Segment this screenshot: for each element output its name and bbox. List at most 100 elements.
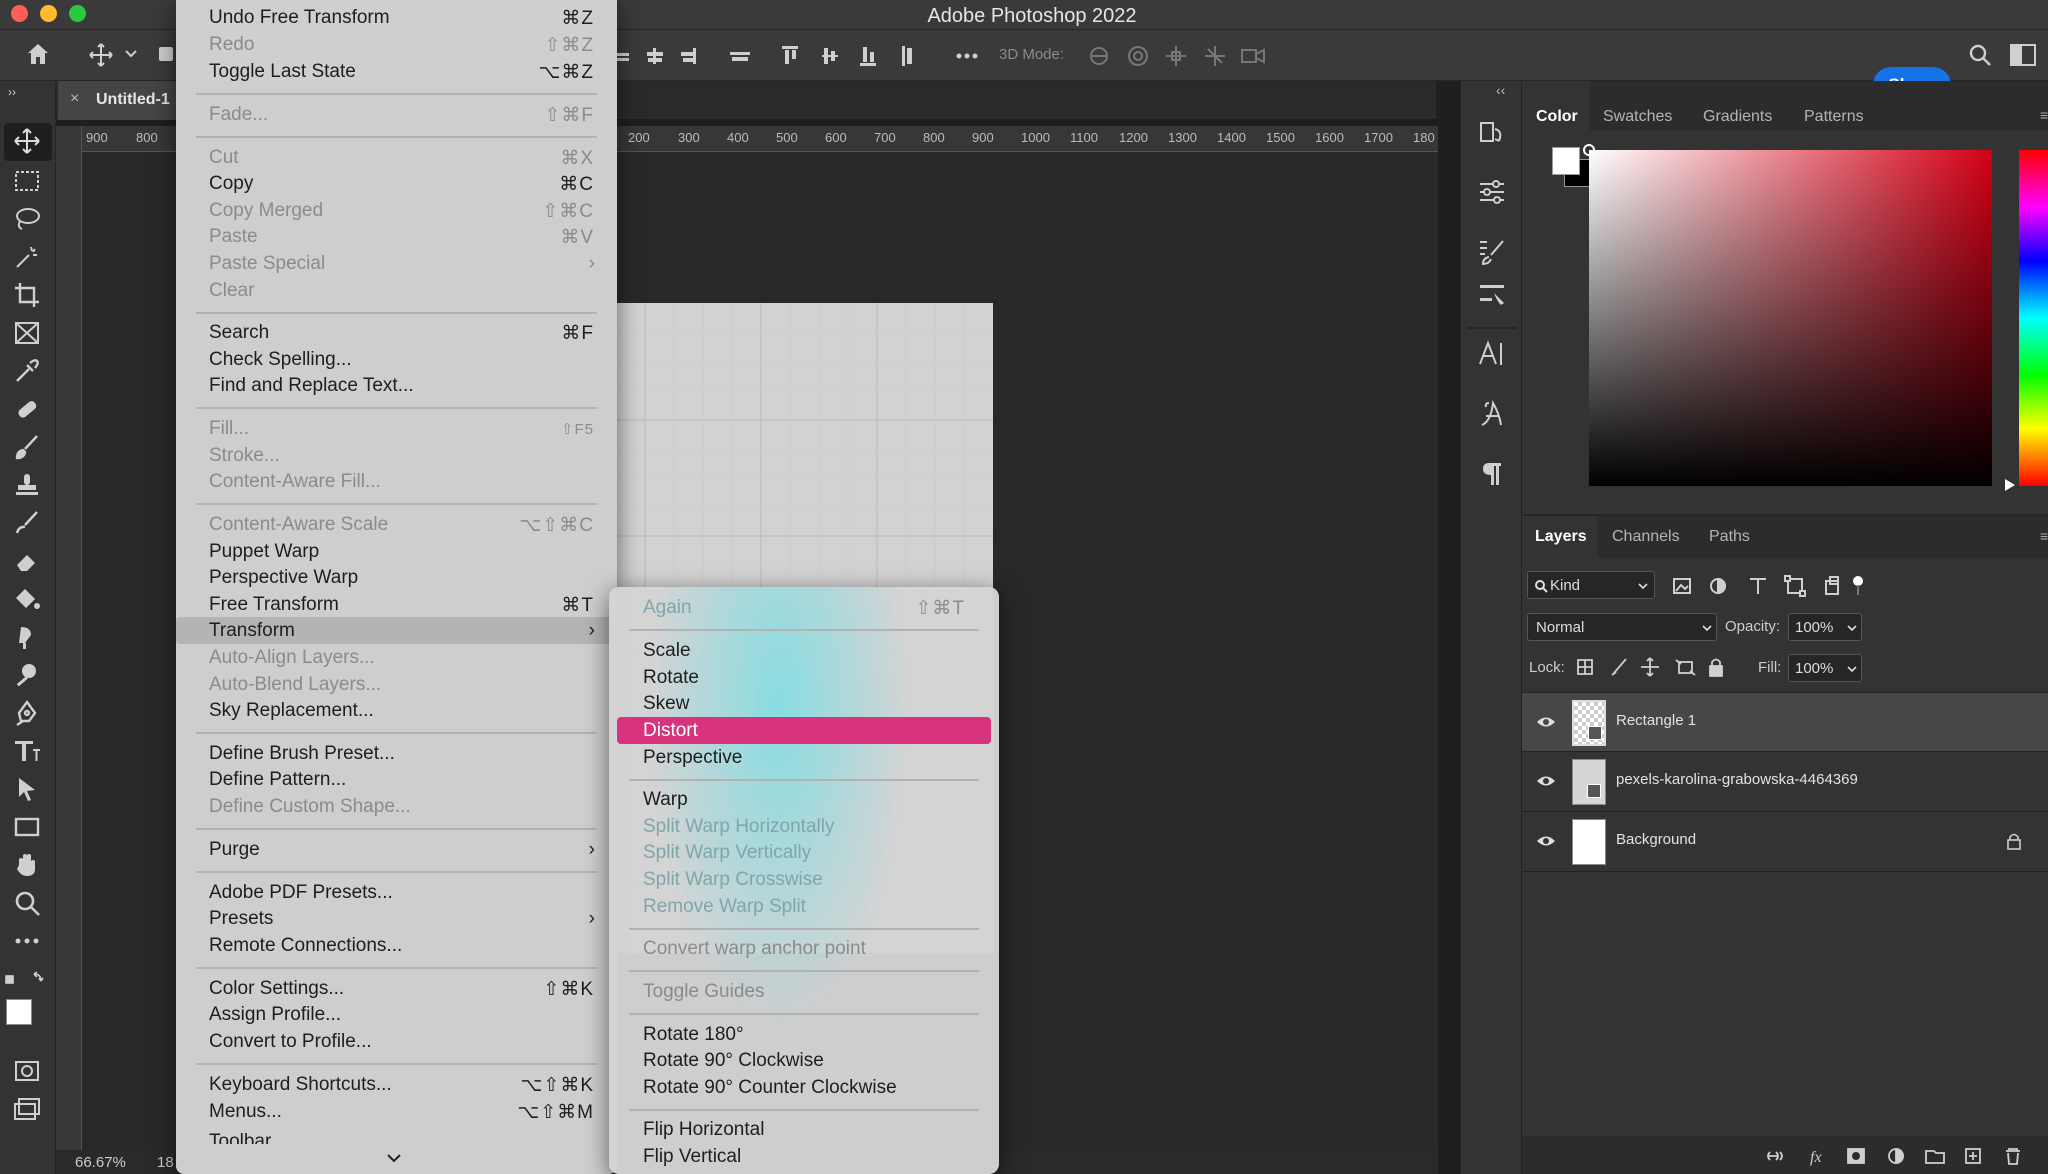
path-selection-tool-icon[interactable]: [13, 775, 41, 803]
glyphs-panel-icon[interactable]: [1477, 399, 1507, 429]
lasso-tool-icon[interactable]: [13, 205, 41, 233]
submenu-item-rotate-90-cw[interactable]: Rotate 90° Clockwise: [609, 1047, 999, 1074]
zoom-level[interactable]: 66.67%: [75, 1154, 126, 1171]
submenu-item-flip-horizontal[interactable]: Flip Horizontal: [609, 1116, 999, 1143]
edit-toolbar-icon[interactable]: [13, 927, 41, 955]
tab-channels[interactable]: Channels: [1612, 528, 1680, 546]
submenu-item-flip-vertical[interactable]: Flip Vertical: [609, 1143, 999, 1170]
menu-item-keyboard-shortcuts[interactable]: Keyboard Shortcuts... ⌥⇧⌘K: [176, 1071, 617, 1098]
object-selection-tool-icon[interactable]: [13, 243, 41, 271]
history-brush-tool-icon[interactable]: [13, 509, 41, 537]
layer-filter-kind[interactable]: Kind: [1527, 571, 1655, 599]
submenu-item-rotate[interactable]: Rotate: [609, 664, 999, 691]
layers-panel-menu-icon[interactable]: ≡: [2040, 528, 2048, 544]
tab-paths[interactable]: Paths: [1709, 528, 1750, 546]
menu-item-convert-to-profile[interactable]: Convert to Profile...: [176, 1028, 617, 1055]
quick-mask-icon[interactable]: [13, 1057, 41, 1085]
layer-name[interactable]: Background: [1616, 831, 1696, 848]
menu-item-assign-profile[interactable]: Assign Profile...: [176, 1001, 617, 1028]
menu-item-find-and-replace-text[interactable]: Find and Replace Text...: [176, 372, 617, 399]
brushes-panel-icon[interactable]: [1477, 237, 1507, 267]
expand-panel-icon[interactable]: ››: [8, 85, 16, 99]
menu-item-search[interactable]: Search ⌘F: [176, 319, 617, 346]
rectangular-marquee-tool-icon[interactable]: [13, 167, 41, 195]
document-tab[interactable]: × Untitled-1: [58, 81, 188, 120]
brush-settings-panel-icon[interactable]: [1477, 279, 1507, 309]
home-icon[interactable]: [25, 42, 51, 66]
menu-item-perspective-warp[interactable]: Perspective Warp: [176, 564, 617, 591]
submenu-item-rotate-90-ccw[interactable]: Rotate 90° Counter Clockwise: [609, 1074, 999, 1101]
menu-item-toggle-last-state[interactable]: Toggle Last State ⌥⌘Z: [176, 58, 617, 85]
submenu-item-rotate-180[interactable]: Rotate 180°: [609, 1021, 999, 1048]
eye-icon[interactable]: [1536, 774, 1556, 788]
menu-item-remote-connections[interactable]: Remote Connections...: [176, 932, 617, 959]
menu-item-undo-free-transform[interactable]: Undo Free Transform ⌘Z: [176, 4, 617, 31]
tab-swatches[interactable]: Swatches: [1603, 108, 1672, 126]
paragraph-panel-icon[interactable]: [1477, 459, 1507, 489]
menu-item-copy[interactable]: Copy ⌘C: [176, 170, 617, 197]
submenu-item-skew[interactable]: Skew: [609, 690, 999, 717]
eye-icon[interactable]: [1536, 834, 1556, 848]
menu-item-define-pattern[interactable]: Define Pattern...: [176, 766, 617, 793]
eye-icon[interactable]: [1536, 715, 1556, 729]
smudge-tool-icon[interactable]: [13, 623, 41, 651]
layer-row[interactable]: pexels-karolina-grabowska-4464369: [1522, 752, 2048, 812]
auto-select-checkbox[interactable]: [158, 46, 174, 62]
eraser-tool-icon[interactable]: [13, 547, 41, 575]
submenu-item-distort[interactable]: Distort: [617, 717, 991, 744]
layer-row[interactable]: Background: [1522, 812, 2048, 872]
rectangle-tool-icon[interactable]: [13, 813, 41, 841]
submenu-item-perspective[interactable]: Perspective: [609, 744, 999, 771]
layer-name[interactable]: pexels-karolina-grabowska-4464369: [1616, 771, 1858, 788]
menu-item-free-transform[interactable]: Free Transform ⌘T: [176, 591, 617, 618]
lock-options-icons[interactable]: [1576, 656, 1726, 678]
adjustments-panel-icon[interactable]: [1477, 177, 1507, 207]
menu-item-adobe-pdf-presets[interactable]: Adobe PDF Presets...: [176, 879, 617, 906]
default-colors-icon[interactable]: [4, 971, 44, 989]
opacity-field[interactable]: 100%: [1788, 613, 1862, 641]
tab-layers[interactable]: Layers: [1535, 528, 1587, 546]
chevron-down-icon[interactable]: [125, 50, 137, 58]
menu-scroll-down-icon[interactable]: [387, 1154, 401, 1163]
clone-stamp-tool-icon[interactable]: [13, 471, 41, 499]
menu-item-toolbar[interactable]: Toolbar...: [176, 1128, 617, 1144]
color-picker-handle[interactable]: [1583, 144, 1595, 156]
zoom-tool-icon[interactable]: [13, 889, 41, 917]
distribute-icons-group[interactable]: [782, 44, 932, 68]
frame-tool-icon[interactable]: [13, 319, 41, 347]
more-options-icon[interactable]: [956, 53, 978, 59]
layer-row[interactable]: Rectangle 1: [1522, 692, 2048, 752]
fill-field[interactable]: 100%: [1788, 654, 1862, 682]
workspace-icon[interactable]: [2010, 44, 2036, 66]
lock-icon[interactable]: [2006, 832, 2022, 850]
color-panel-foreground-swatch[interactable]: [1552, 147, 1580, 175]
search-icon[interactable]: [1968, 43, 1992, 67]
tab-patterns[interactable]: Patterns: [1804, 108, 1864, 126]
layer-name[interactable]: Rectangle 1: [1616, 712, 1696, 729]
brush-tool-icon[interactable]: [13, 433, 41, 461]
menu-item-color-settings[interactable]: Color Settings... ⇧⌘K: [176, 975, 617, 1002]
hand-tool-icon[interactable]: [13, 851, 41, 879]
menu-item-menus[interactable]: Menus... ⌥⇧⌘M: [176, 1098, 617, 1125]
submenu-item-warp[interactable]: Warp: [609, 786, 999, 813]
menu-item-sky-replacement[interactable]: Sky Replacement...: [176, 697, 617, 724]
hue-slider-marker[interactable]: [2004, 478, 2016, 492]
type-tool-icon[interactable]: [13, 737, 41, 765]
blend-mode-select[interactable]: Normal: [1527, 613, 1717, 641]
pen-tool-icon[interactable]: [13, 699, 41, 727]
foreground-color-swatch[interactable]: [6, 999, 32, 1025]
menu-item-check-spelling[interactable]: Check Spelling...: [176, 346, 617, 373]
healing-brush-tool-icon[interactable]: [13, 395, 41, 423]
history-panel-icon[interactable]: [1477, 119, 1507, 149]
color-spectrum[interactable]: [1583, 144, 1992, 486]
menu-item-define-brush-preset[interactable]: Define Brush Preset...: [176, 740, 617, 767]
move-tool-options-icon[interactable]: [88, 42, 114, 68]
move-tool-icon[interactable]: [13, 127, 41, 155]
submenu-item-scale[interactable]: Scale: [609, 637, 999, 664]
crop-tool-icon[interactable]: [13, 281, 41, 309]
paint-bucket-tool-icon[interactable]: [13, 585, 41, 613]
dodge-tool-icon[interactable]: [13, 661, 41, 689]
tab-color[interactable]: Color: [1536, 108, 1578, 126]
tab-gradients[interactable]: Gradients: [1703, 108, 1772, 126]
collapse-panels-icon[interactable]: ‹‹: [1496, 82, 1505, 98]
